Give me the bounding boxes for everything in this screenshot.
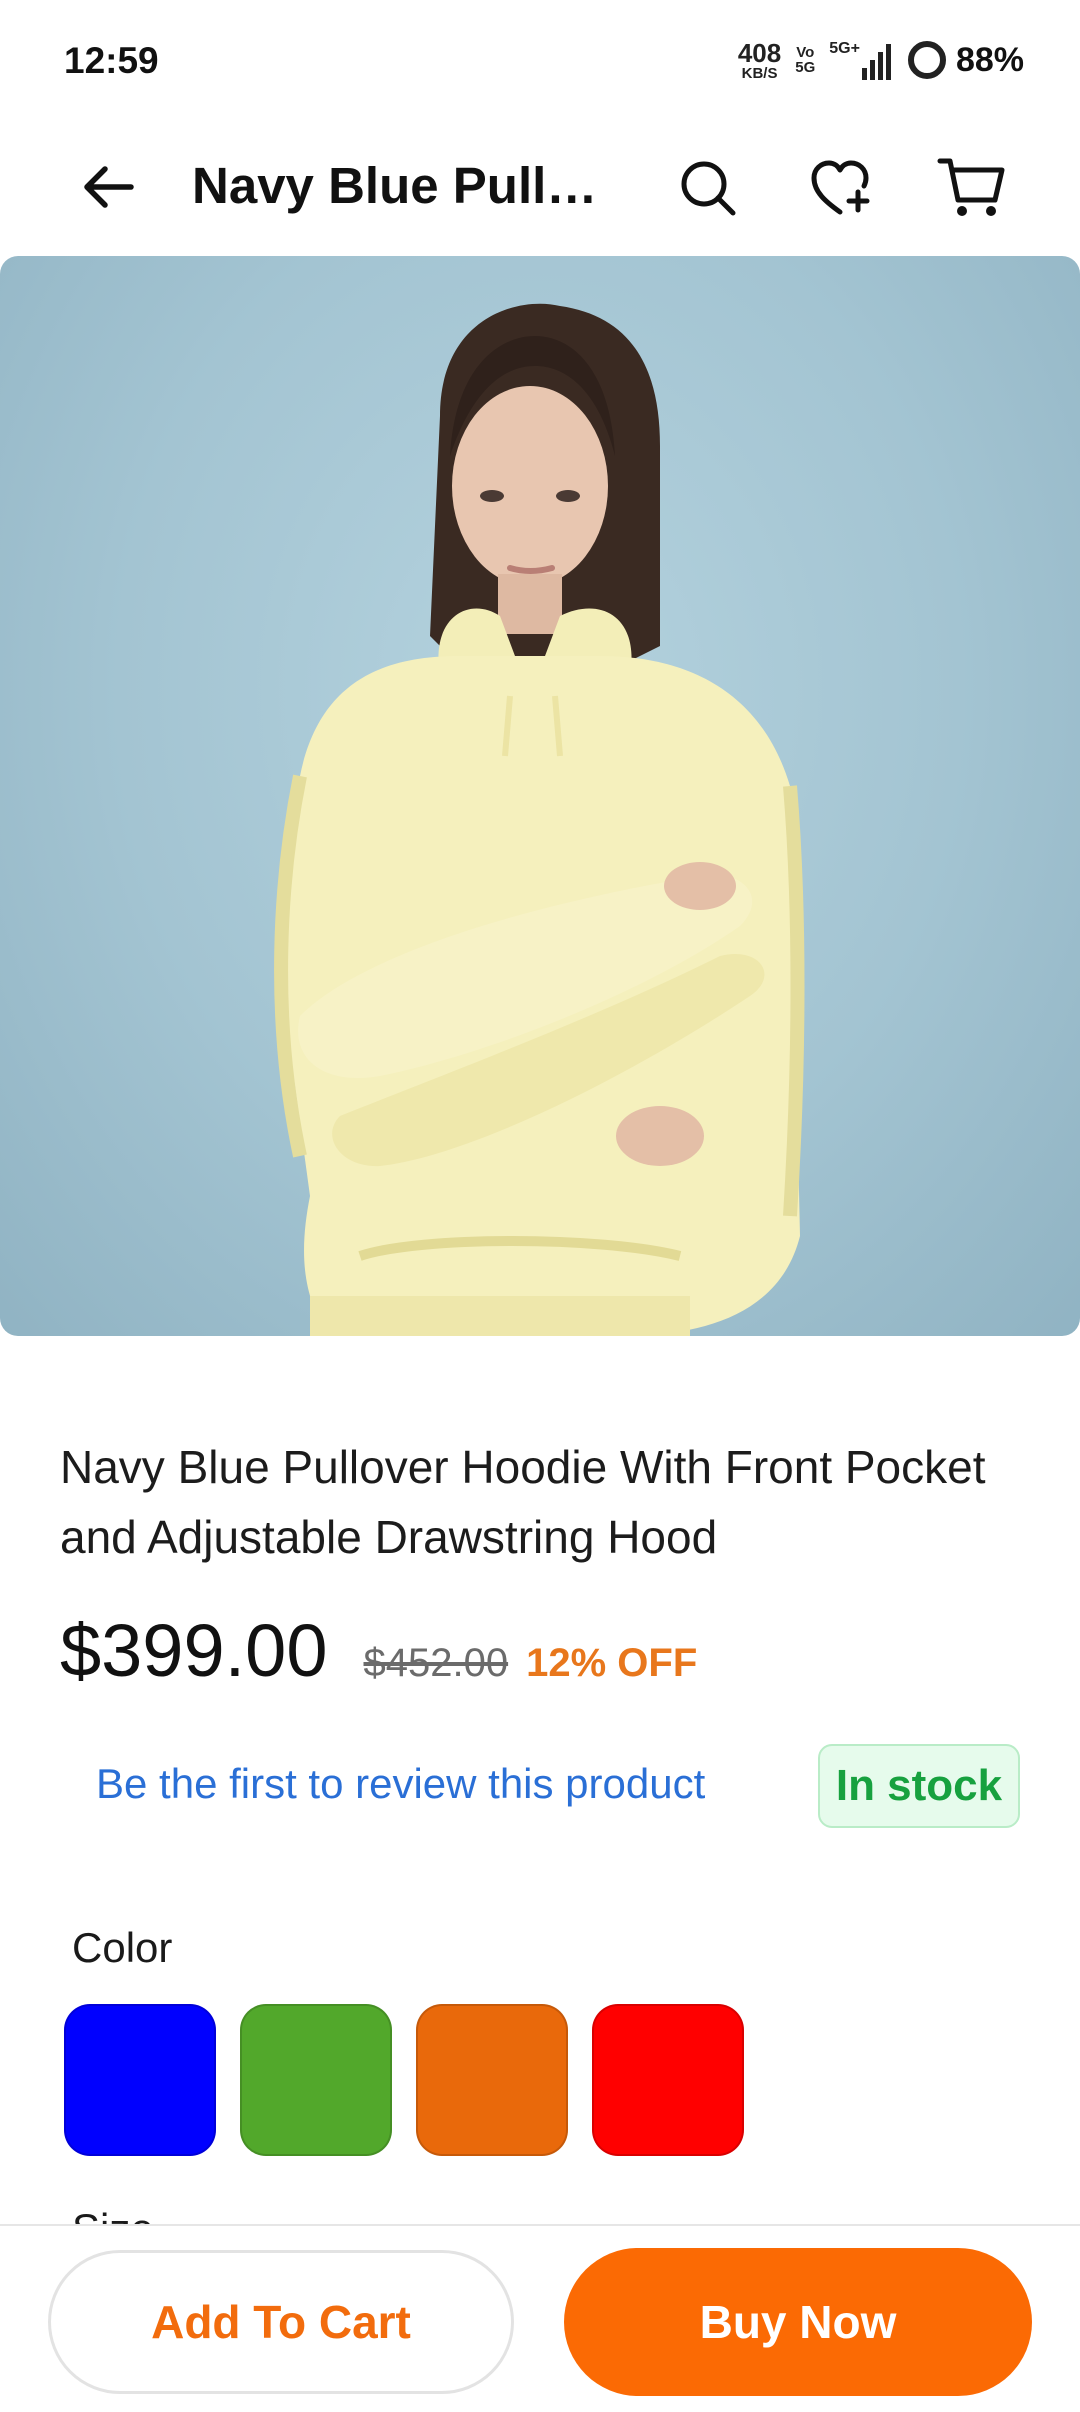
status-time: 12:59	[64, 40, 159, 81]
wishlist-button[interactable]	[800, 148, 880, 228]
stock-status-badge: In stock	[818, 1744, 1020, 1828]
color-swatch-red[interactable]	[592, 2004, 744, 2156]
search-icon	[681, 161, 736, 216]
discount-label: 12% OFF	[526, 1641, 698, 1685]
color-swatches	[64, 2004, 744, 2156]
wishlist-add-icon	[811, 160, 870, 215]
product-image[interactable]	[0, 256, 1080, 1336]
color-swatch-green[interactable]	[240, 2004, 392, 2156]
volte-bottom: 5G	[795, 59, 816, 76]
color-swatch-orange[interactable]	[416, 2004, 568, 2156]
signal-bars-icon	[861, 44, 891, 80]
cart-button[interactable]	[932, 148, 1012, 228]
current-price: $399.00	[60, 1609, 328, 1692]
price-row: $399.00 $452.00 12% OFF	[60, 1608, 697, 1693]
battery-indicator: 88%	[906, 39, 1024, 81]
status-bar: 12:59 408 KB/S Vo 5G 5G+ 88%	[0, 0, 1080, 120]
page-title: Navy Blue Pullo…	[192, 157, 622, 214]
signal-icon: 5G+	[829, 40, 892, 80]
color-swatch-blue[interactable]	[64, 2004, 216, 2156]
signal-label: 5G+	[829, 40, 860, 57]
volte-top: Vo	[796, 44, 815, 61]
network-speed-unit: KB/S	[741, 64, 778, 82]
battery-ring-icon	[907, 41, 946, 79]
back-button[interactable]	[72, 152, 142, 222]
search-button[interactable]	[668, 148, 748, 228]
product-title: Navy Blue Pullover Hoodie With Front Poc…	[60, 1441, 986, 1563]
bottom-action-bar: Add To Cart Buy Now	[0, 2224, 1080, 2412]
network-speed: 408 KB/S	[738, 40, 781, 81]
network-speed-value: 408	[737, 37, 782, 68]
battery-percentage: 88%	[955, 40, 1024, 79]
buy-now-button[interactable]: Buy Now	[564, 2248, 1032, 2396]
add-to-cart-button[interactable]: Add To Cart	[48, 2250, 514, 2394]
back-arrow-icon	[84, 166, 134, 208]
original-price: $452.00	[363, 1641, 509, 1685]
product-photo	[274, 303, 805, 1336]
cart-icon	[937, 158, 1005, 216]
color-option-label: Color	[72, 1924, 173, 1971]
write-review-link[interactable]: Be the first to review this product	[96, 1760, 705, 1808]
status-icons: 408 KB/S Vo 5G 5G+ 88%	[738, 36, 1024, 84]
app-bar: Navy Blue Pullo…	[0, 128, 1080, 240]
volte-icon: Vo 5G	[795, 45, 815, 75]
